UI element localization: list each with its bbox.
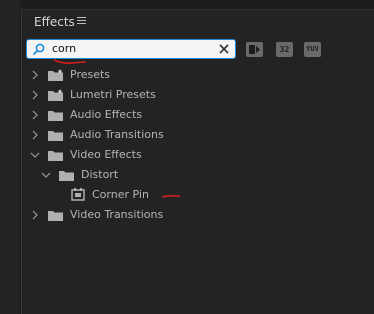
accelerated-effects-icon[interactable]	[246, 42, 263, 57]
tree-item-corner-pin[interactable]: Corner Pin	[22, 185, 374, 205]
tree-item-label: Distort	[81, 168, 119, 181]
tree-item-presets[interactable]: Presets	[22, 65, 374, 85]
clear-search-icon[interactable]	[217, 42, 231, 56]
folder-star-icon	[48, 89, 63, 101]
tree-item-audio-effects[interactable]: Audio Effects	[22, 105, 374, 125]
tree-item-label: Audio Transitions	[70, 128, 164, 141]
chevron-right-icon[interactable]	[30, 70, 40, 80]
tree-item-label: Corner Pin	[92, 188, 149, 201]
annotation-dash	[161, 195, 181, 198]
panel-title[interactable]: Effects	[34, 15, 75, 29]
panel-menu-icon[interactable]	[77, 17, 86, 25]
tree-item-label: Presets	[70, 68, 111, 81]
folder-open-icon	[48, 151, 63, 161]
folder-icon	[48, 131, 63, 141]
left-panel-strip	[0, 0, 20, 314]
chevron-right-icon[interactable]	[30, 110, 40, 120]
search-field[interactable]: corn	[26, 39, 236, 59]
search-input[interactable]: corn	[52, 42, 76, 55]
tree-item-label: Video Effects	[70, 148, 142, 161]
folder-icon	[48, 211, 63, 221]
chevron-right-icon[interactable]	[30, 210, 40, 220]
tree-item-distort[interactable]: Distort	[22, 165, 374, 185]
tree-item-video-transitions[interactable]: Video Transitions	[22, 205, 374, 225]
effect-icon	[71, 188, 85, 201]
tree-item-video-effects[interactable]: Video Effects	[22, 145, 374, 165]
tree-item-lumetri-presets[interactable]: Lumetri Presets	[22, 85, 374, 105]
yuv-effects-icon[interactable]: YUV	[304, 42, 321, 57]
folder-open-icon	[59, 171, 74, 181]
effects-panel: Effects corn 32 YUV Presets Lumetri Pres…	[21, 9, 374, 314]
chevron-right-icon[interactable]	[30, 90, 40, 100]
chevron-right-icon[interactable]	[30, 130, 40, 140]
chevron-down-icon[interactable]	[30, 150, 40, 160]
tree-item-label: Audio Effects	[70, 108, 143, 121]
32-bit-color-icon[interactable]: 32	[276, 42, 293, 57]
tree-item-label: Lumetri Presets	[70, 88, 156, 101]
tree-item-audio-transitions[interactable]: Audio Transitions	[22, 125, 374, 145]
chevron-down-icon[interactable]	[41, 170, 51, 180]
tree-item-label: Video Transitions	[70, 208, 164, 221]
search-icon	[32, 43, 45, 56]
folder-icon	[48, 111, 63, 121]
folder-star-icon	[48, 69, 63, 81]
